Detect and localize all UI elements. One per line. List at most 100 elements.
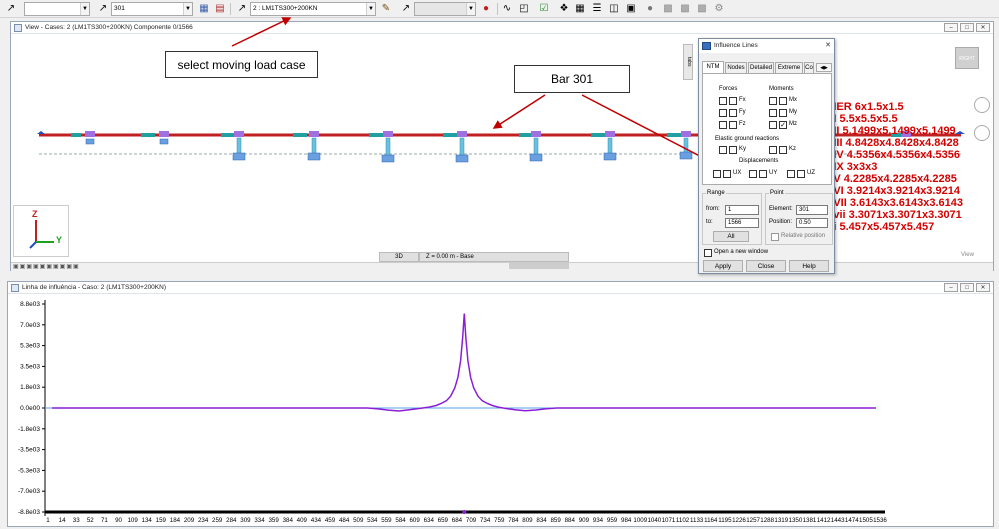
uy-picker[interactable]: [749, 170, 757, 178]
mode-select-icon[interactable]: ↗: [399, 2, 413, 16]
view-mini-toolbar[interactable]: ▣▣▣▣▣▣▣▣▣▣: [13, 263, 133, 271]
dialog-title-bar: Influence Lines ✕: [699, 39, 834, 53]
relative-position-checkbox[interactable]: [771, 233, 779, 241]
move-icon[interactable]: ❖: [557, 2, 571, 16]
apply-button[interactable]: Apply: [703, 260, 743, 272]
report-icon[interactable]: ▤: [213, 2, 227, 16]
x-tick-label: 52: [87, 517, 94, 524]
mz-checkbox[interactable]: ✓: [779, 121, 787, 129]
x-tick-label: 484: [339, 517, 350, 524]
mx-picker[interactable]: [769, 97, 777, 105]
check-icon[interactable]: ☑: [537, 2, 551, 16]
ux-picker[interactable]: [713, 170, 721, 178]
horizontal-scrollbar[interactable]: [509, 263, 569, 269]
ky-picker[interactable]: [719, 146, 727, 154]
level-indicator[interactable]: Z = 0.00 m - Base: [419, 252, 569, 262]
close-icon[interactable]: ✕: [825, 39, 831, 53]
lines-icon[interactable]: ☰: [590, 2, 604, 16]
tab-more[interactable]: Co: [804, 62, 814, 73]
kz-checkbox[interactable]: [779, 146, 787, 154]
x-tick-label: 934: [593, 517, 604, 524]
cube-icon-3[interactable]: ▩: [695, 2, 709, 16]
x-tick-label: 1443: [831, 517, 845, 524]
from-label: from:: [706, 206, 720, 212]
tab-detailed[interactable]: Detailed: [748, 62, 774, 73]
record-icon[interactable]: ●: [479, 2, 493, 16]
mz-picker[interactable]: [769, 121, 777, 129]
uz-checkbox[interactable]: [797, 170, 805, 178]
table-icon[interactable]: ▦: [197, 2, 211, 16]
section-label: SIV 4.5356x4.5356x4.5356: [826, 149, 960, 161]
view-cube-button[interactable]: RIGHT: [955, 47, 979, 69]
close-dialog-button[interactable]: Close: [746, 260, 786, 272]
view-title: View - Cases: 2 (LM1TS300+200KN) Compone…: [25, 24, 193, 31]
tab-scroll-arrows-icon[interactable]: ◀▶: [816, 63, 832, 72]
fz-checkbox[interactable]: [729, 121, 737, 129]
influence-line-window: Linha de influência - Caso: 2 (LM1TS300+…: [7, 281, 994, 527]
minimize-button[interactable]: –: [944, 283, 958, 292]
influence-line-chart[interactable]: 8.8e03 7.0e03 5.3e03 3.5e03 1.8e03 0.0e00 -1.8…: [8, 294, 993, 526]
fx-picker[interactable]: [719, 97, 727, 105]
help-button[interactable]: Help: [789, 260, 829, 272]
fz-label: Fz: [739, 121, 746, 127]
sphere-icon[interactable]: ●: [643, 2, 657, 16]
to-label: to:: [706, 219, 713, 225]
cube-icon-2[interactable]: ▩: [678, 2, 692, 16]
x-tick-label: 959: [607, 517, 618, 524]
selection-combo[interactable]: ▼: [24, 2, 90, 16]
fy-picker[interactable]: [719, 109, 727, 117]
cube-icon[interactable]: ▩: [661, 2, 675, 16]
diagram-icon[interactable]: ◰: [517, 2, 531, 16]
my-checkbox[interactable]: [779, 109, 787, 117]
influence-line-series: [52, 313, 876, 412]
range-from-input[interactable]: 1: [725, 205, 759, 215]
open-new-window-checkbox[interactable]: [704, 249, 712, 257]
fx-checkbox[interactable]: [729, 97, 737, 105]
fz-picker[interactable]: [719, 121, 727, 129]
tab-extreme[interactable]: Extreme: [775, 62, 803, 73]
range-to-input[interactable]: 1566: [725, 218, 759, 228]
tab-nodes[interactable]: Nodes: [725, 62, 747, 73]
uy-checkbox[interactable]: [759, 170, 767, 178]
ky-checkbox[interactable]: [729, 146, 737, 154]
view-mode-tab[interactable]: 3D: [379, 252, 419, 262]
my-picker[interactable]: [769, 109, 777, 117]
case-select-icon[interactable]: ↗: [235, 2, 249, 16]
element-input[interactable]: 301: [796, 205, 828, 215]
position-input[interactable]: 0.50: [796, 218, 828, 228]
zoom-in-circle-icon[interactable]: [974, 97, 990, 113]
y-tick-label: -7.0e03: [18, 488, 40, 495]
x-tick-label: 859: [550, 517, 561, 524]
zoom-out-circle-icon[interactable]: [974, 125, 990, 141]
kz-picker[interactable]: [769, 146, 777, 154]
bar-select-icon[interactable]: ↗: [96, 2, 110, 16]
ux-checkbox[interactable]: [723, 170, 731, 178]
x-tick-label: 584: [395, 517, 406, 524]
load-case-combo[interactable]: 2 : LM1TS300+200KN ▼: [250, 2, 376, 16]
close-button[interactable]: ✕: [976, 23, 990, 32]
mx-checkbox[interactable]: [779, 97, 787, 105]
all-button[interactable]: All: [713, 231, 749, 242]
x-tick-label: 1164: [704, 517, 718, 524]
tab-ntm[interactable]: NTM: [702, 61, 724, 73]
side-tab[interactable]: tabs: [683, 44, 693, 80]
x-tick-label: 509: [353, 517, 364, 524]
settings-icon[interactable]: ⚙: [712, 2, 726, 16]
uz-picker[interactable]: [787, 170, 795, 178]
wave-icon[interactable]: ∿: [500, 2, 514, 16]
maximize-button[interactable]: □: [960, 23, 974, 32]
mode-combo[interactable]: ▼: [414, 2, 476, 16]
close-button[interactable]: ✕: [976, 283, 990, 292]
fx-label: Fx: [739, 97, 746, 103]
layers-icon[interactable]: ▣: [624, 2, 638, 16]
layout-icon[interactable]: ◫: [607, 2, 621, 16]
x-tick-label: 384: [283, 517, 294, 524]
pointer-icon[interactable]: ↗: [4, 2, 18, 16]
x-tick-label: 359: [268, 517, 279, 524]
maximize-button[interactable]: □: [960, 283, 974, 292]
fy-checkbox[interactable]: [729, 109, 737, 117]
minimize-button[interactable]: –: [944, 23, 958, 32]
bar-number-combo[interactable]: 301 ▼: [111, 2, 193, 16]
case-options-icon[interactable]: ✎: [379, 2, 393, 16]
grid-icon[interactable]: ▦: [573, 2, 587, 16]
